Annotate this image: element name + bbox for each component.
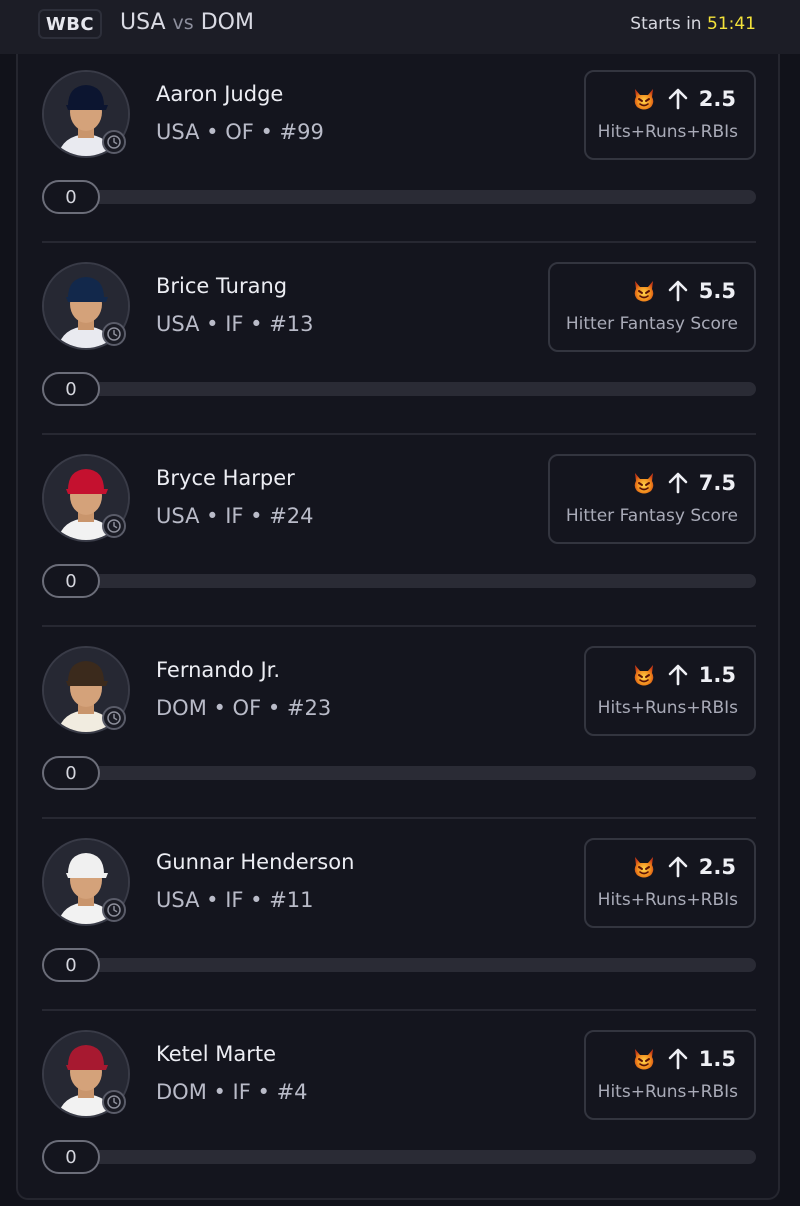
arrow-up-icon [668,1048,688,1070]
line-value: 1.5 [698,663,736,687]
progress-count: 0 [42,372,100,406]
arrow-up-icon [668,664,688,686]
game-header: WBC USA vs DOM Starts in 51:41 [0,0,800,54]
row-divider [42,241,756,243]
player-row: Fernando Jr. DOM • OF • #23 1.5 Hits+Run… [18,630,782,822]
player-team-position-number: DOM • OF • #23 [156,696,332,720]
game-start-timer: Starts in 51:41 [630,14,756,34]
player-name[interactable]: Gunnar Henderson [156,850,354,874]
starts-label: Starts in [630,14,702,34]
progress-track [42,190,756,204]
stat-type-label: Hitter Fantasy Score [565,506,738,526]
player-team-position-number: USA • IF • #11 [156,888,314,912]
stat-type-label: Hits+Runs+RBIs [597,698,738,718]
countdown: 51:41 [707,14,756,34]
player-props-list: Aaron Judge USA • OF • #99 2.5 Hits+Runs… [16,54,780,1200]
matchup-title[interactable]: USA vs DOM [120,10,254,35]
clock-icon [102,1090,126,1114]
prop-line-button[interactable]: 5.5 Hitter Fantasy Score [548,262,756,352]
league-badge[interactable]: WBC [38,9,102,39]
prop-line-button[interactable]: 2.5 Hits+Runs+RBIs [584,838,756,928]
demon-icon [634,89,654,110]
vs-label: vs [172,12,194,34]
prop-line-top: 7.5 [631,470,736,496]
player-team-position-number: USA • IF • #24 [156,504,314,528]
clock-icon [102,706,126,730]
line-value: 1.5 [698,1047,736,1071]
arrow-up-icon [668,88,688,110]
player-name[interactable]: Aaron Judge [156,82,283,106]
player-name[interactable]: Brice Turang [156,274,287,298]
demon-icon [634,857,654,878]
prop-line-top: 2.5 [631,854,736,880]
clock-icon [102,130,126,154]
player-name[interactable]: Fernando Jr. [156,658,280,682]
line-value: 2.5 [698,87,736,111]
row-divider [42,1009,756,1011]
player-team-position-number: DOM • IF • #4 [156,1080,308,1104]
progress-track [42,958,756,972]
prop-line-top: 1.5 [631,662,736,688]
stat-type-label: Hits+Runs+RBIs [597,122,738,142]
prop-line-top: 1.5 [631,1046,736,1072]
row-divider [42,625,756,627]
player-row: Ketel Marte DOM • IF • #4 1.5 Hits+Runs+… [18,1014,782,1206]
progress-count: 0 [42,756,100,790]
team-home: USA [120,10,166,35]
player-name[interactable]: Bryce Harper [156,466,295,490]
player-team-position-number: USA • IF • #13 [156,312,314,336]
arrow-up-icon [668,856,688,878]
stat-type-label: Hitter Fantasy Score [565,314,738,334]
prop-line-button[interactable]: 1.5 Hits+Runs+RBIs [584,646,756,736]
line-value: 5.5 [698,279,736,303]
player-row: Aaron Judge USA • OF • #99 2.5 Hits+Runs… [18,54,782,246]
prop-line-button[interactable]: 1.5 Hits+Runs+RBIs [584,1030,756,1120]
clock-icon [102,898,126,922]
progress-track [42,382,756,396]
prop-line-top: 2.5 [631,86,736,112]
clock-icon [102,322,126,346]
player-row: Gunnar Henderson USA • IF • #11 2.5 Hits… [18,822,782,1014]
player-row: Brice Turang USA • IF • #13 5.5 Hitter F… [18,246,782,438]
progress-track [42,1150,756,1164]
player-team-position-number: USA • OF • #99 [156,120,324,144]
prop-line-top: 5.5 [631,278,736,304]
player-row: Bryce Harper USA • IF • #24 7.5 Hitter F… [18,438,782,630]
progress-count: 0 [42,564,100,598]
line-value: 2.5 [698,855,736,879]
team-away: DOM [200,10,254,35]
prop-line-button[interactable]: 7.5 Hitter Fantasy Score [548,454,756,544]
line-value: 7.5 [698,471,736,495]
progress-count: 0 [42,1140,100,1174]
progress-track [42,574,756,588]
progress-count: 0 [42,180,100,214]
demon-icon [634,281,654,302]
row-divider [42,433,756,435]
demon-icon [634,473,654,494]
demon-icon [634,665,654,686]
prop-line-button[interactable]: 2.5 Hits+Runs+RBIs [584,70,756,160]
arrow-up-icon [668,280,688,302]
stat-type-label: Hits+Runs+RBIs [597,890,738,910]
row-divider [42,817,756,819]
progress-track [42,766,756,780]
player-name[interactable]: Ketel Marte [156,1042,276,1066]
demon-icon [634,1049,654,1070]
progress-count: 0 [42,948,100,982]
arrow-up-icon [668,472,688,494]
clock-icon [102,514,126,538]
stat-type-label: Hits+Runs+RBIs [597,1082,738,1102]
